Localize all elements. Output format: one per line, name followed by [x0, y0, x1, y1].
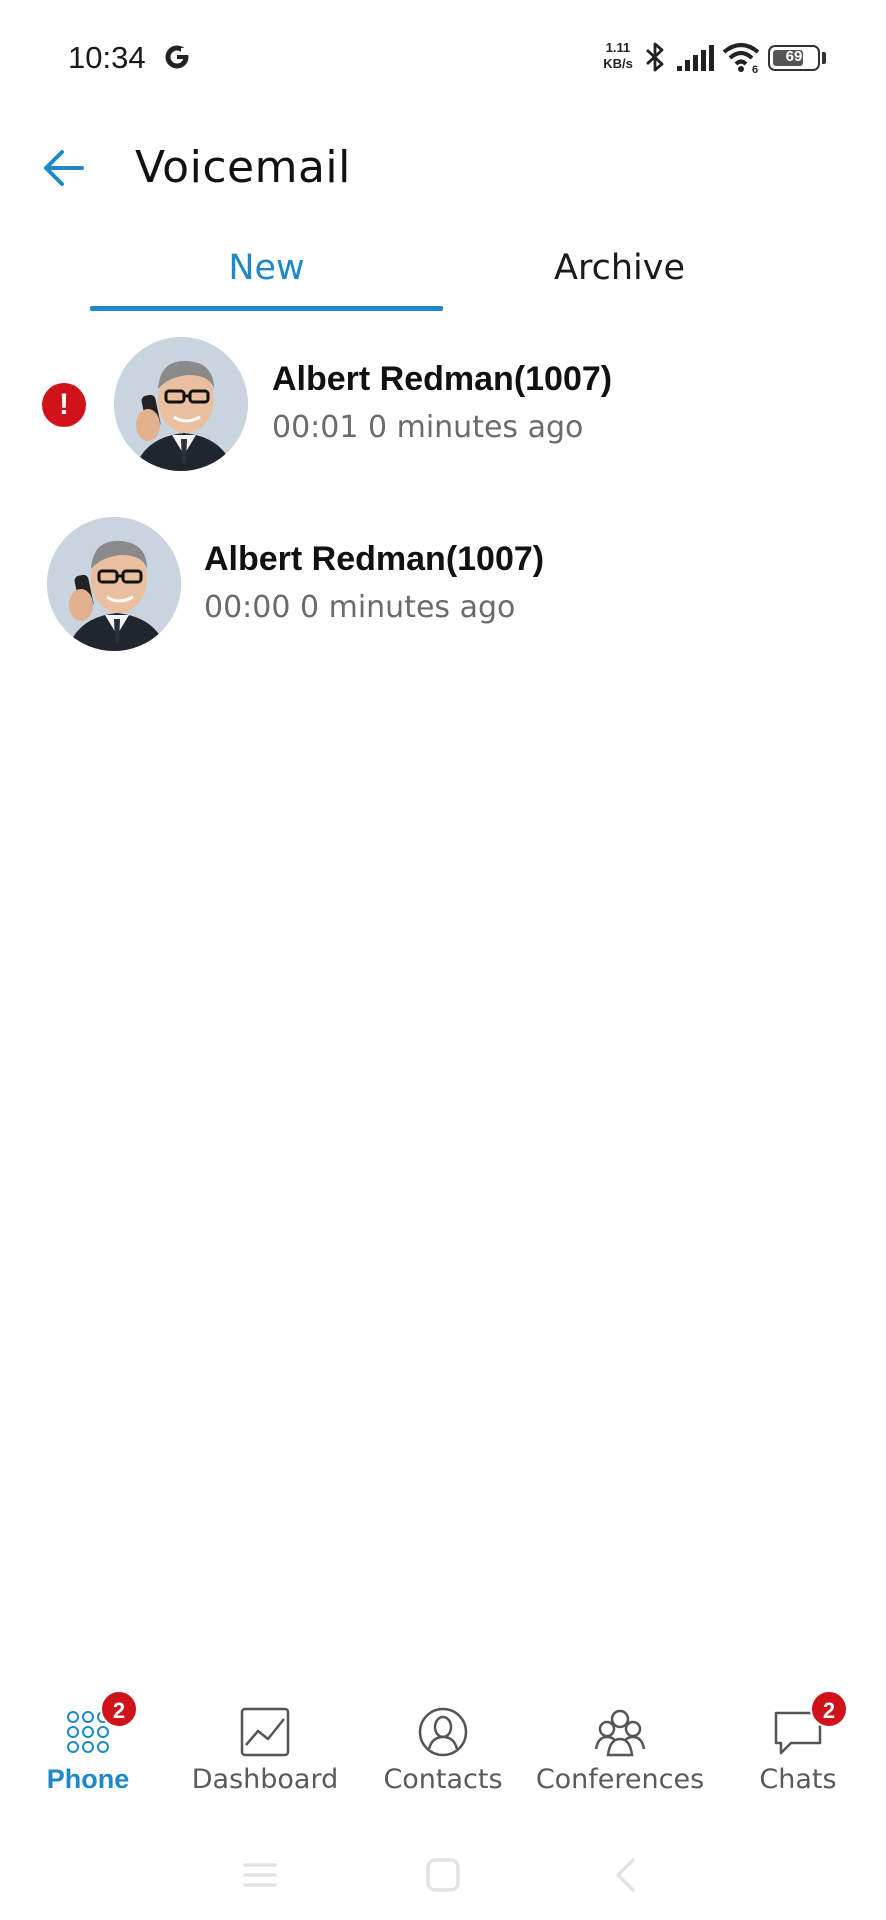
system-back-button[interactable] [596, 1850, 656, 1900]
voicemail-screen: 10:34 1.11 KB/s 6 69 Voicemail New Archi… [0, 0, 886, 1920]
group-icon [594, 1709, 646, 1757]
nav-contacts[interactable]: Contacts [370, 1690, 516, 1810]
nav-label: Contacts [383, 1764, 503, 1795]
square-home-icon [426, 1858, 460, 1892]
wifi-label: 6 [752, 64, 759, 76]
avatar [114, 337, 248, 471]
arrow-left-icon [44, 150, 84, 186]
nav-conferences[interactable]: Conferences [532, 1690, 708, 1810]
person-photo-icon [47, 517, 181, 651]
voicemail-list-item[interactable]: ! Albert Redman(1007) 00:01 0 minutes ag… [0, 330, 886, 500]
network-speed: 1.11 KB/s [598, 40, 638, 72]
voicemail-duration-time: 00:01 0 minutes ago [272, 410, 584, 445]
nav-chats[interactable]: 2 Chats [740, 1690, 856, 1810]
nav-label: Dashboard [191, 1764, 339, 1795]
home-button[interactable] [413, 1850, 473, 1900]
battery-level: 69 [785, 48, 803, 65]
recent-apps-button[interactable] [230, 1850, 290, 1900]
status-time: 10:34 [68, 40, 146, 75]
battery-tip [822, 52, 826, 64]
unheard-alert-icon: ! [42, 383, 86, 427]
bluetooth-icon [646, 42, 664, 72]
battery-icon: 69 [768, 45, 820, 71]
network-speed-value: 1.11 [605, 40, 631, 55]
network-speed-unit: KB/s [603, 56, 633, 71]
active-tab-indicator [90, 306, 443, 311]
notification-badge: 2 [100, 1690, 138, 1728]
caller-name: Albert Redman(1007) [204, 540, 545, 578]
signal-icon [677, 45, 714, 71]
tab-archive[interactable]: Archive [443, 248, 796, 318]
nav-label: Conferences [535, 1764, 705, 1795]
contact-icon [418, 1707, 468, 1757]
back-button[interactable] [36, 140, 92, 196]
voicemail-duration-time: 00:00 0 minutes ago [204, 590, 516, 625]
nav-label: Phone [46, 1764, 130, 1794]
chevron-left-icon [616, 1858, 635, 1892]
menu-icon [243, 1863, 277, 1887]
nav-phone[interactable]: 2 Phone [30, 1690, 146, 1810]
chart-icon [240, 1707, 290, 1757]
bottom-navigation: 2 Phone Dashboard Contacts Conferences 2… [0, 1690, 886, 1810]
avatar [47, 517, 181, 651]
nav-label: Chats [759, 1764, 837, 1795]
page-title: Voicemail [135, 142, 351, 193]
caller-name: Albert Redman(1007) [272, 360, 613, 398]
notification-badge: 2 [810, 1690, 848, 1728]
google-icon [165, 45, 189, 69]
nav-dashboard[interactable]: Dashboard [186, 1690, 344, 1810]
system-navigation-bar [0, 1840, 886, 1920]
person-photo-icon [114, 337, 248, 471]
voicemail-list-item[interactable]: Albert Redman(1007) 00:00 0 minutes ago [0, 510, 886, 680]
status-bar: 10:34 1.11 KB/s 6 69 [0, 0, 886, 120]
